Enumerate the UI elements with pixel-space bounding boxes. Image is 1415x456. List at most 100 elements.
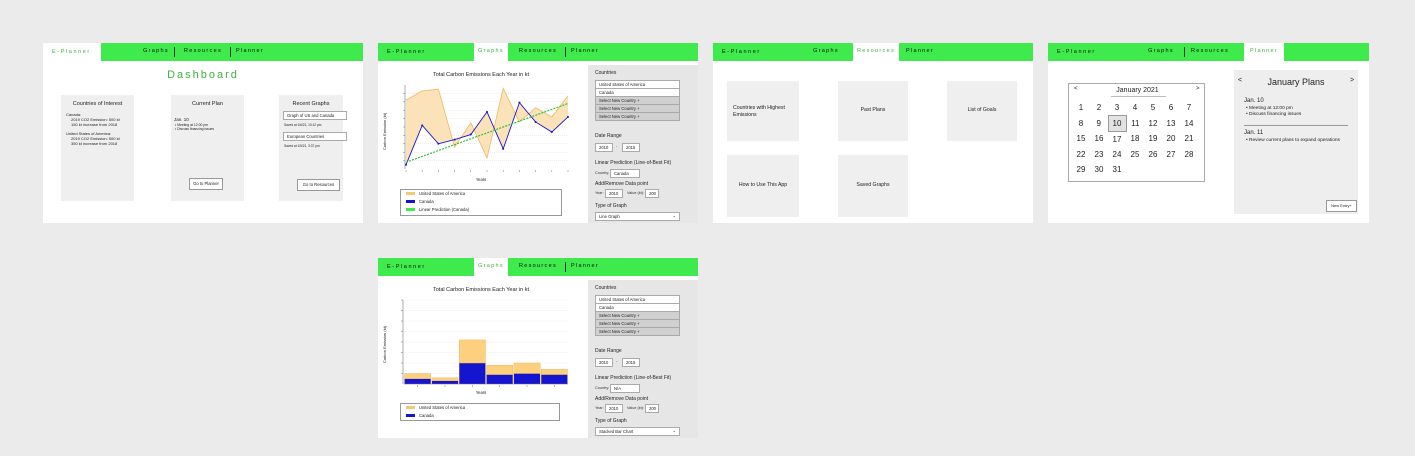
calendar-day[interactable]: 21 <box>1180 131 1198 147</box>
calendar-day[interactable]: 13 <box>1162 116 1180 132</box>
calendar-day[interactable]: 12 <box>1144 116 1162 132</box>
add-country-select[interactable]: Select New Country + <box>595 327 680 336</box>
date-to-input[interactable]: 2015 <box>622 143 640 152</box>
calendar-day[interactable]: 20 <box>1162 131 1180 147</box>
data-point <box>502 147 505 150</box>
calendar-day[interactable]: 5 <box>1144 100 1162 116</box>
calendar-day[interactable]: 14 <box>1180 116 1198 132</box>
plan-date: Jan. 10 <box>174 117 189 122</box>
plans-next-button[interactable]: > <box>1350 77 1354 84</box>
date-to-input[interactable]: 2015 <box>622 358 640 367</box>
tab-resources[interactable]: Resources <box>1186 43 1234 61</box>
graph-type-select[interactable]: Stacked Bar Chart ⌄ <box>595 427 680 436</box>
x-axis-label: Years <box>475 390 487 395</box>
brand-tab[interactable]: E-Planner <box>1048 43 1106 61</box>
tab-graphs[interactable]: Graphs <box>474 258 508 277</box>
plan-entry-item: • Review current plans to expand operati… <box>1246 138 1340 143</box>
tab-resources[interactable]: Resources <box>853 43 899 62</box>
calendar-day[interactable]: 1 <box>1072 100 1090 116</box>
tab-graphs[interactable]: Graphs <box>139 43 173 61</box>
brand-tab[interactable]: E-Planner <box>378 43 436 61</box>
graph-type-value: Line Graph <box>599 214 620 219</box>
bar-usa <box>459 339 486 364</box>
calendar-day[interactable]: 6 <box>1162 100 1180 116</box>
resource-card-past-plans[interactable]: Past Plans <box>838 81 908 141</box>
year-input[interactable]: 2010 <box>605 404 623 413</box>
tab-planner[interactable]: Planner <box>904 43 936 61</box>
calendar-day[interactable]: 10 <box>1107 115 1127 132</box>
calendar-day[interactable]: 31 <box>1108 162 1126 178</box>
resource-card-goals[interactable]: List of Goals <box>947 81 1017 141</box>
value-input[interactable]: 200 <box>645 189 659 198</box>
calendar-day[interactable]: 23 <box>1090 147 1108 163</box>
calendar-day[interactable]: 24 <box>1108 147 1126 163</box>
tab-graphs[interactable]: Graphs <box>809 43 843 61</box>
calendar-day[interactable]: 16 <box>1090 131 1108 147</box>
calendar-day[interactable]: 26 <box>1144 147 1162 163</box>
tab-planner[interactable]: Planner <box>569 258 601 276</box>
resource-card-label: How to Use This App <box>738 182 788 188</box>
nav-divider <box>230 47 231 57</box>
date-from-input[interactable]: 2010 <box>595 358 613 367</box>
prediction-country-input[interactable]: Canada <box>610 169 640 178</box>
add-remove-label: Add/Remove Data point <box>595 181 649 187</box>
line-graph-screen: E-Planner Graphs Resources Planner Total… <box>378 43 698 223</box>
calendar-day[interactable]: 15 <box>1072 131 1090 147</box>
value-input[interactable]: 200 <box>645 404 659 413</box>
calendar-day[interactable]: 25 <box>1126 147 1144 163</box>
calendar-week: 15 16 17 18 19 20 21 <box>1072 131 1198 147</box>
plan-entry-date: Jan. 10 <box>1244 98 1264 104</box>
calendar-day[interactable]: 28 <box>1180 147 1198 163</box>
calendar-day[interactable]: 7 <box>1180 100 1198 116</box>
calendar-day[interactable]: 27 <box>1162 147 1180 163</box>
countries-of-interest-card: Countries of Interest Canada: 2019 CO2 E… <box>61 95 134 201</box>
graph-type-select[interactable]: Line Graph ⌄ <box>595 212 680 221</box>
prediction-country-input[interactable]: N/A <box>610 384 640 393</box>
value-label: Value (kt): <box>627 406 645 410</box>
legend-label: Linear Prediction (Canada) <box>419 207 470 212</box>
tab-resources[interactable]: Resources <box>514 258 562 276</box>
tab-planner[interactable]: Planner <box>1244 43 1284 62</box>
new-entry-button[interactable]: New Entry+ <box>1326 200 1357 212</box>
tab-graphs[interactable]: Graphs <box>474 43 508 62</box>
countries-label: Countries <box>595 70 617 76</box>
tab-planner[interactable]: Planner <box>569 43 601 61</box>
tab-planner[interactable]: Planner <box>234 43 266 61</box>
calendar-day[interactable]: 11 <box>1126 116 1144 132</box>
calendar-week: 22 23 24 25 26 27 28 <box>1072 147 1198 163</box>
calendar-day[interactable]: 2 <box>1090 100 1108 116</box>
calendar-grid: 1 2 3 4 5 6 7 8 9 10 11 12 13 14 15 16 17 18 19 20 21 22 23 24 2… <box>1072 100 1199 178</box>
legend-label: United States of America <box>419 405 466 410</box>
calendar-day[interactable]: 17 <box>1108 131 1126 147</box>
calendar-day[interactable]: 29 <box>1072 162 1090 178</box>
calendar-day[interactable]: 19 <box>1144 131 1162 147</box>
tab-resources[interactable]: Resources <box>179 43 227 61</box>
brand-tab[interactable]: E-Planner <box>713 43 771 61</box>
recent-graph-link[interactable]: Graph of US and Canada <box>283 111 347 120</box>
year-input[interactable]: 2010 <box>605 189 623 198</box>
top-nav: E-Planner Graphs Resources Planner <box>713 43 1033 62</box>
go-to-planner-button[interactable]: Go to Planner <box>189 178 223 190</box>
recent-graph-link[interactable]: European Countries <box>283 132 347 141</box>
brand-tab[interactable]: E-Planner <box>378 258 436 276</box>
resource-card-how-to-use[interactable]: How to Use This App <box>727 155 799 217</box>
go-to-resources-button[interactable]: Go to Resources <box>297 179 340 191</box>
calendar-day[interactable]: 30 <box>1090 162 1108 178</box>
plan-entry-date: Jan. 11 <box>1244 130 1264 136</box>
calendar-day[interactable]: 3 <box>1108 100 1126 116</box>
calendar-day[interactable]: 18 <box>1126 131 1144 147</box>
calendar-next-button[interactable]: > <box>1196 86 1200 92</box>
tab-resources[interactable]: Resources <box>514 43 562 61</box>
add-country-select[interactable]: Select New Country + <box>595 112 680 121</box>
monthly-plans-panel: < January Plans > Jan. 10 • Meeting at 1… <box>1234 70 1358 214</box>
brand-tab[interactable]: E-Planner <box>43 43 101 62</box>
resource-card-saved-graphs[interactable]: Saved Graphs <box>838 155 908 217</box>
resource-card-highest-emissions[interactable]: Countries with Highest Emissions <box>727 81 799 141</box>
calendar-day[interactable]: 22 <box>1072 147 1090 163</box>
tab-graphs[interactable]: Graphs <box>1144 43 1178 61</box>
date-from-input[interactable]: 2010 <box>595 143 613 152</box>
calendar-day[interactable]: 4 <box>1126 100 1144 116</box>
date-separator: - <box>616 359 618 363</box>
calendar-day[interactable]: 8 <box>1072 116 1090 132</box>
calendar-day[interactable]: 9 <box>1090 116 1108 132</box>
